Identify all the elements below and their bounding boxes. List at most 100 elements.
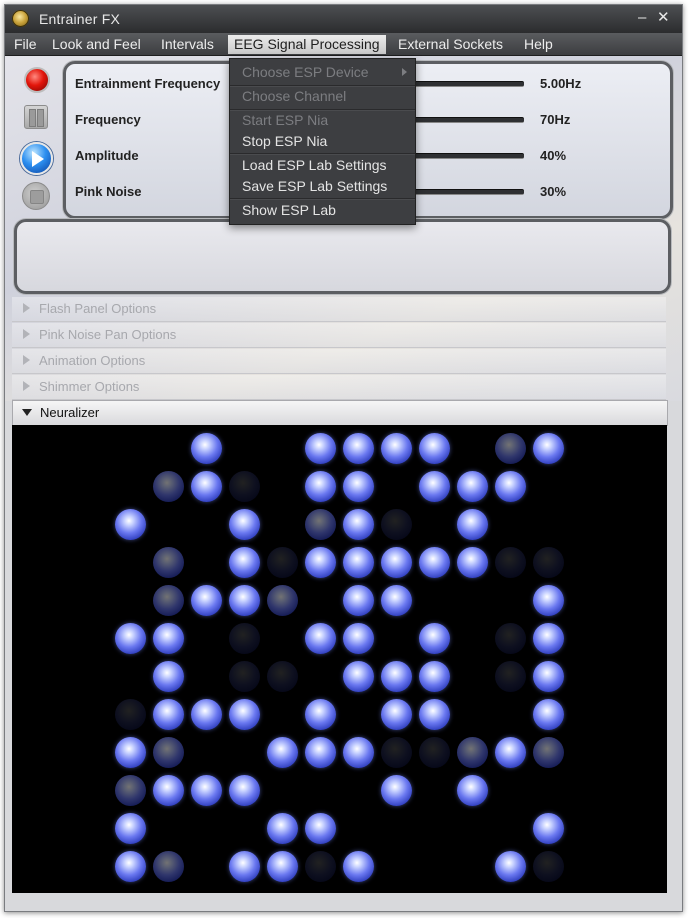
- neuralizer-dot: [191, 433, 222, 464]
- neuralizer-dot: [191, 585, 222, 616]
- section-neuralizer[interactable]: Neuralizer: [12, 400, 668, 426]
- neuralizer-dot: [305, 471, 336, 502]
- section-flash-panel-options[interactable]: Flash Panel Options: [12, 297, 666, 322]
- neuralizer-dot: [419, 433, 450, 464]
- neuralizer-dot: [229, 851, 260, 882]
- neuralizer-dot: [343, 509, 374, 540]
- section-animation-options[interactable]: Animation Options: [12, 349, 666, 374]
- neuralizer-dot: [153, 547, 184, 578]
- neuralizer-dot: [343, 737, 374, 768]
- entrainment-frequency-slider[interactable]: [406, 81, 524, 87]
- neuralizer-dot: [267, 585, 298, 616]
- frequency-slider[interactable]: [406, 117, 524, 123]
- menu-load-esp-lab-settings[interactable]: Load ESP Lab Settings: [230, 154, 415, 176]
- param-value-amplitude: 40%: [540, 148, 567, 163]
- neuralizer-dot: [495, 661, 526, 692]
- neuralizer-dot: [115, 509, 146, 540]
- neuralizer-dot: [229, 623, 260, 654]
- neuralizer-dot: [495, 737, 526, 768]
- menu-file[interactable]: File: [8, 35, 43, 54]
- neuralizer-dot: [533, 585, 564, 616]
- minimize-button[interactable]: –: [638, 10, 646, 26]
- neuralizer-dot: [191, 699, 222, 730]
- neuralizer-dot: [533, 851, 564, 882]
- neuralizer-dot: [343, 471, 374, 502]
- neuralizer-dot: [115, 699, 146, 730]
- menu-look-and-feel[interactable]: Look and Feel: [46, 35, 147, 54]
- neuralizer-dot: [495, 471, 526, 502]
- neuralizer-dot: [229, 547, 260, 578]
- neuralizer-dot: [495, 433, 526, 464]
- neuralizer-dot: [305, 547, 336, 578]
- neuralizer-dot: [381, 509, 412, 540]
- menu-choose-channel[interactable]: Choose Channel: [230, 85, 415, 107]
- neuralizer-dot: [343, 547, 374, 578]
- neuralizer-dot: [305, 433, 336, 464]
- neuralizer-dot: [153, 585, 184, 616]
- neuralizer-dot: [381, 775, 412, 806]
- neuralizer-dot: [267, 851, 298, 882]
- neuralizer-dot: [381, 737, 412, 768]
- stop-button[interactable]: [22, 182, 50, 210]
- window-bottom-border: [5, 893, 682, 911]
- neuralizer-dot: [533, 661, 564, 692]
- neuralizer-dot: [305, 509, 336, 540]
- neuralizer-dot: [381, 433, 412, 464]
- neuralizer-dot: [267, 737, 298, 768]
- menu-external-sockets[interactable]: External Sockets: [392, 35, 509, 54]
- menu-save-esp-lab-settings[interactable]: Save ESP Lab Settings: [230, 175, 415, 197]
- neuralizer-dot: [533, 433, 564, 464]
- submenu-arrow-icon: [402, 68, 407, 76]
- menu-intervals[interactable]: Intervals: [155, 35, 220, 54]
- close-button[interactable]: ✕: [657, 10, 670, 26]
- menu-stop-esp-nia[interactable]: Stop ESP Nia: [230, 130, 415, 152]
- neuralizer-dot: [267, 547, 298, 578]
- neuralizer-dot: [381, 585, 412, 616]
- record-button[interactable]: [24, 67, 50, 93]
- neuralizer-dot: [153, 851, 184, 882]
- expand-arrow-icon: [23, 381, 30, 391]
- app-window: Entrainer FX – ✕ File Look and Feel Inte…: [4, 4, 683, 912]
- pink-noise-slider[interactable]: [406, 189, 524, 195]
- section-pink-noise-pan-options[interactable]: Pink Noise Pan Options: [12, 323, 666, 348]
- amplitude-slider[interactable]: [406, 153, 524, 159]
- pause-button[interactable]: [24, 105, 48, 129]
- neuralizer-dot: [153, 737, 184, 768]
- neuralizer-dot: [305, 737, 336, 768]
- neuralizer-dot: [343, 623, 374, 654]
- neuralizer-dot: [115, 775, 146, 806]
- play-button[interactable]: [20, 142, 53, 175]
- section-label: Shimmer Options: [39, 379, 140, 394]
- neuralizer-dot: [153, 775, 184, 806]
- menu-eeg-signal-processing[interactable]: EEG Signal Processing: [228, 35, 386, 54]
- section-label: Pink Noise Pan Options: [39, 327, 177, 342]
- neuralizer-dot: [419, 547, 450, 578]
- neuralizer-dot: [343, 433, 374, 464]
- neuralizer-dot: [533, 813, 564, 844]
- menu-show-esp-lab[interactable]: Show ESP Lab: [230, 199, 415, 221]
- neuralizer-dot: [533, 623, 564, 654]
- neuralizer-dot: [229, 661, 260, 692]
- neuralizer-dot: [115, 737, 146, 768]
- neuralizer-dot: [457, 547, 488, 578]
- neuralizer-dot: [229, 471, 260, 502]
- section-label: Animation Options: [39, 353, 146, 368]
- neuralizer-dot: [153, 661, 184, 692]
- neuralizer-dot: [229, 509, 260, 540]
- neuralizer-dot: [115, 851, 146, 882]
- neuralizer-dot: [153, 623, 184, 654]
- neuralizer-dot: [419, 699, 450, 730]
- menu-choose-esp-device[interactable]: Choose ESP Device: [230, 61, 415, 83]
- neuralizer-grid: [12, 425, 667, 893]
- menu-help[interactable]: Help: [518, 35, 559, 54]
- neuralizer-dot: [381, 661, 412, 692]
- neuralizer-dot: [305, 813, 336, 844]
- neuralizer-dot: [115, 623, 146, 654]
- param-label-frequency: Frequency: [75, 112, 141, 127]
- param-value-entrainment-frequency: 5.00Hz: [540, 76, 582, 91]
- menu-start-esp-nia[interactable]: Start ESP Nia: [230, 109, 415, 131]
- menu-bar: File Look and Feel Intervals EEG Signal …: [5, 33, 682, 56]
- param-label-amplitude: Amplitude: [75, 148, 139, 163]
- section-shimmer-options[interactable]: Shimmer Options: [12, 375, 666, 400]
- title-bar: Entrainer FX – ✕: [5, 5, 682, 33]
